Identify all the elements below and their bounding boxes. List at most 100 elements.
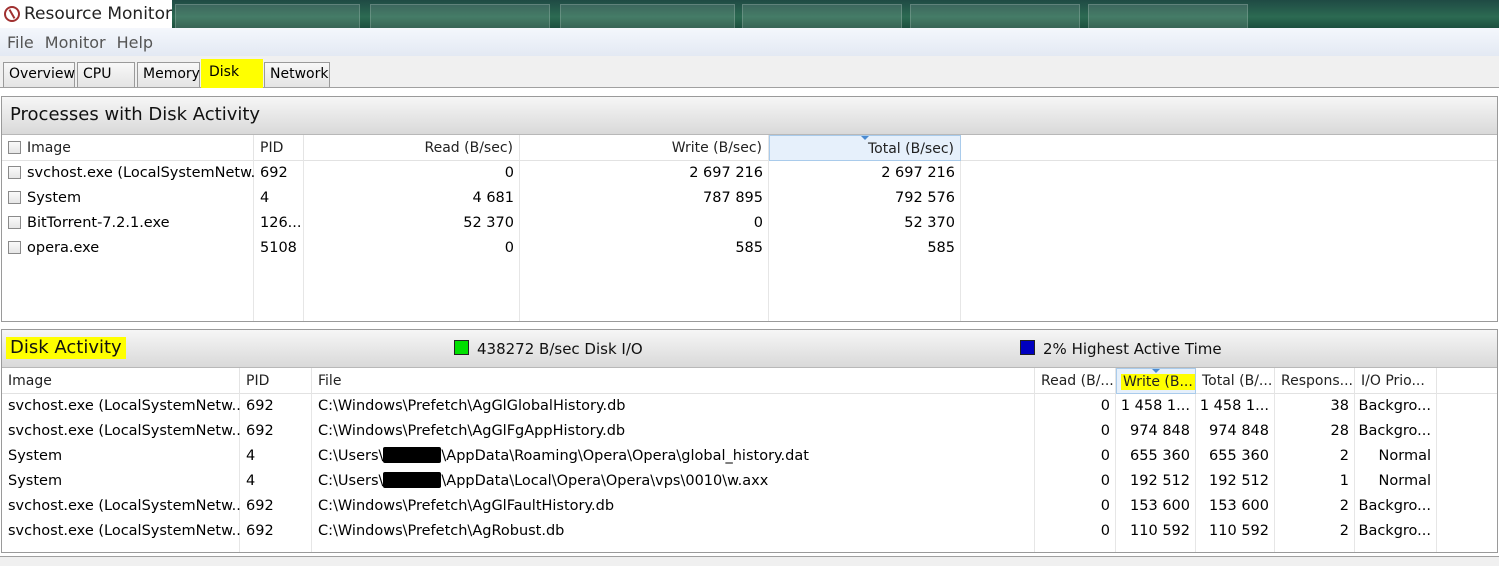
disk-file-cell: C:\Windows\Prefetch\AgGlGlobalHistory.db bbox=[312, 394, 1035, 419]
process-checkbox[interactable] bbox=[8, 241, 21, 254]
menu-monitor[interactable]: Monitor bbox=[45, 33, 106, 52]
disk-image-cell: svchost.exe (LocalSystemNetw... bbox=[8, 398, 240, 414]
disk-read-cell: 0 bbox=[1100, 498, 1110, 514]
process-write-cell: 2 697 216 bbox=[689, 165, 763, 181]
table-row[interactable]: svchost.exe (LocalSystemNetw... 692 C:\Win… bbox=[2, 494, 1497, 519]
disk-pid-cell: 4 bbox=[246, 448, 256, 464]
disk-read-cell: 0 bbox=[1100, 398, 1110, 414]
menu-help[interactable]: Help bbox=[117, 33, 153, 52]
disk-activity-panel-header[interactable]: Disk Activity 438272 B/sec Disk I/O 2% H… bbox=[2, 330, 1497, 368]
column-header-image[interactable]: Image bbox=[2, 135, 254, 161]
disk-total-cell: 192 512 bbox=[1209, 473, 1269, 489]
process-pid-cell: 4 bbox=[260, 190, 270, 206]
tab-strip: Overview CPU Memory Disk Network bbox=[0, 56, 1499, 88]
column-header-read[interactable]: Read (B/sec) bbox=[304, 135, 520, 161]
table-row[interactable]: System 4 C:\Users\ \AppData\Roaming\Opera\O… bbox=[2, 444, 1497, 469]
redacted-username bbox=[383, 472, 442, 488]
process-checkbox[interactable] bbox=[8, 166, 21, 179]
disk-total-cell: 655 360 bbox=[1209, 448, 1269, 464]
tab-network[interactable]: Network bbox=[264, 62, 330, 87]
column-header-io-priority[interactable]: I/O Prio... bbox=[1355, 368, 1437, 394]
disk-image-cell: svchost.exe (LocalSystemNetw... bbox=[8, 423, 240, 439]
title-bar: Resource Monitor bbox=[0, 0, 1499, 28]
tab-cpu[interactable]: CPU bbox=[77, 62, 135, 87]
disk-io-legend-icon bbox=[454, 340, 469, 355]
select-all-checkbox[interactable] bbox=[8, 141, 21, 154]
file-path-start: C:\Windows\Prefetch\AgGlGlobalHistory.db bbox=[318, 398, 626, 414]
table-row[interactable]: svchost.exe (LocalSystemNetw... 692 C:\Win… bbox=[2, 519, 1497, 544]
disk-response-cell: 2 bbox=[1339, 448, 1349, 464]
menu-file[interactable]: File bbox=[7, 33, 34, 52]
process-total-cell: 2 697 216 bbox=[881, 165, 955, 181]
column-header-total[interactable]: Total (B/... bbox=[1196, 368, 1275, 394]
sort-descending-icon bbox=[861, 136, 869, 140]
column-header-read[interactable]: Read (B/... bbox=[1035, 368, 1116, 394]
window-title-area: Resource Monitor bbox=[0, 0, 172, 28]
disk-total-cell: 153 600 bbox=[1209, 498, 1269, 514]
disk-file-cell: C:\Windows\Prefetch\AgRobust.db bbox=[312, 519, 1035, 544]
disk-pid-cell: 692 bbox=[246, 498, 274, 514]
table-row[interactable]: svchost.exe (LocalSystemNetw... 692 0 2 697… bbox=[2, 161, 1497, 186]
process-read-cell: 0 bbox=[504, 240, 514, 256]
column-header-pid[interactable]: PID bbox=[254, 135, 304, 161]
redacted-username bbox=[383, 447, 442, 463]
next-panel-edge bbox=[0, 556, 1499, 566]
column-header-file[interactable]: File bbox=[312, 368, 1035, 394]
active-time-legend-icon bbox=[1020, 340, 1035, 355]
column-header-pid[interactable]: PID bbox=[240, 368, 312, 394]
disk-response-cell: 1 bbox=[1339, 473, 1349, 489]
disk-write-cell: 110 592 bbox=[1130, 523, 1190, 539]
process-image-name: opera.exe bbox=[27, 240, 100, 256]
process-write-cell: 0 bbox=[753, 215, 763, 231]
file-path-start: C:\Windows\Prefetch\AgRobust.db bbox=[318, 523, 565, 539]
process-pid-cell: 5108 bbox=[260, 240, 297, 256]
disk-activity-panel-title: Disk Activity bbox=[6, 337, 126, 359]
disk-pid-cell: 692 bbox=[246, 423, 274, 439]
disk-image-cell: System bbox=[8, 473, 63, 489]
background-taskbar-item bbox=[742, 4, 902, 28]
column-header-write[interactable]: Write (B... bbox=[1116, 368, 1196, 394]
disk-priority-cell: Normal bbox=[1378, 473, 1431, 489]
process-image-cell: System bbox=[2, 186, 254, 211]
process-checkbox[interactable] bbox=[8, 216, 21, 229]
tab-disk[interactable]: Disk bbox=[201, 59, 263, 88]
process-image-cell: svchost.exe (LocalSystemNetw... bbox=[2, 161, 254, 186]
table-row[interactable]: svchost.exe (LocalSystemNetw... 692 C:\Win… bbox=[2, 419, 1497, 444]
processes-panel-header[interactable]: Processes with Disk Activity bbox=[2, 97, 1497, 135]
column-label: Write (B... bbox=[1121, 374, 1195, 390]
process-image-cell: BitTorrent-7.2.1.exe bbox=[2, 211, 254, 236]
file-path-start: C:\Users\ bbox=[318, 473, 384, 489]
column-header-response[interactable]: Respons... bbox=[1275, 368, 1355, 394]
table-row[interactable]: svchost.exe (LocalSystemNetw... 692 C:\Win… bbox=[2, 394, 1497, 419]
column-header-total[interactable]: Total (B/sec) bbox=[769, 135, 961, 161]
disk-image-cell: System bbox=[8, 448, 63, 464]
disk-grid-header: Image PID File Read (B/... Write (B... T… bbox=[2, 368, 1497, 394]
resource-monitor-icon[interactable] bbox=[4, 6, 20, 22]
file-path-start: C:\Windows\Prefetch\AgGlFgAppHistory.db bbox=[318, 423, 626, 439]
disk-pid-cell: 4 bbox=[246, 473, 256, 489]
disk-response-cell: 2 bbox=[1339, 523, 1349, 539]
process-image-name: svchost.exe (LocalSystemNetw... bbox=[27, 165, 254, 181]
process-checkbox[interactable] bbox=[8, 191, 21, 204]
disk-response-cell: 2 bbox=[1339, 498, 1349, 514]
table-row[interactable]: System 4 C:\Users\ \AppData\Local\Opera\Ope… bbox=[2, 469, 1497, 494]
process-read-cell: 52 370 bbox=[463, 215, 514, 231]
table-row[interactable]: System 4 4 681 787 895 792 576 bbox=[2, 186, 1497, 211]
disk-total-cell: 1 458 1... bbox=[1199, 398, 1269, 414]
column-header-image[interactable]: Image bbox=[2, 368, 240, 394]
process-read-cell: 0 bbox=[504, 165, 514, 181]
disk-total-cell: 974 848 bbox=[1209, 423, 1269, 439]
table-row[interactable]: BitTorrent-7.2.1.exe 126... 52 370 0 52 370 bbox=[2, 211, 1497, 236]
active-time-label: 2% Highest Active Time bbox=[1043, 340, 1222, 358]
tab-memory[interactable]: Memory bbox=[137, 62, 200, 87]
table-row[interactable]: opera.exe 5108 0 585 585 bbox=[2, 236, 1497, 261]
processes-panel: Processes with Disk Activity Image PID R… bbox=[1, 96, 1498, 322]
disk-priority-cell: Backgro... bbox=[1358, 523, 1432, 539]
disk-write-cell: 1 458 1... bbox=[1120, 398, 1190, 414]
disk-read-cell: 0 bbox=[1100, 523, 1110, 539]
process-read-cell: 4 681 bbox=[472, 190, 514, 206]
column-header-write[interactable]: Write (B/sec) bbox=[520, 135, 769, 161]
disk-image-cell: svchost.exe (LocalSystemNetw... bbox=[8, 498, 240, 514]
disk-total-cell: 110 592 bbox=[1209, 523, 1269, 539]
tab-overview[interactable]: Overview bbox=[3, 62, 75, 87]
